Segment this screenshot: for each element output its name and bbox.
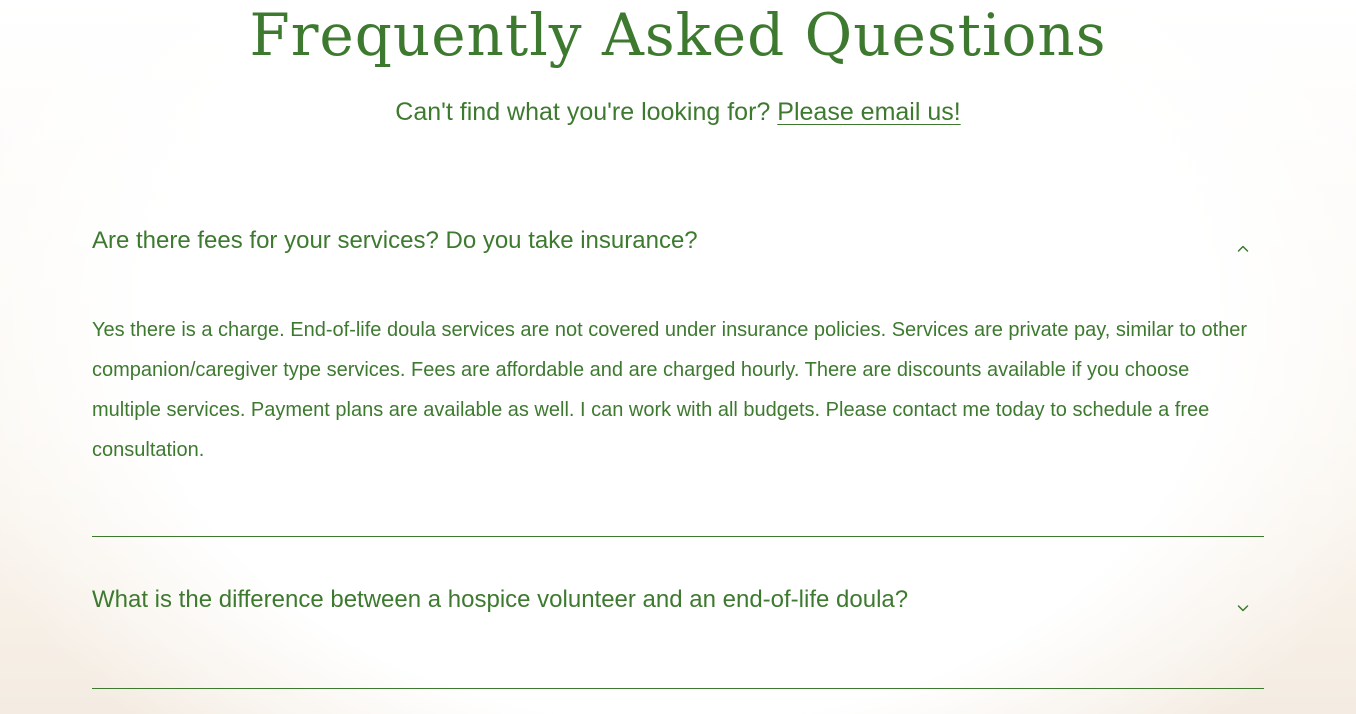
faq-section: Frequently Asked Questions Can't find wh… [0,0,1356,714]
faq-subtitle: Can't find what you're looking for? Plea… [0,94,1356,130]
email-us-link[interactable]: Please email us! [777,98,960,126]
faq-list: Are there fees for your services? Do you… [92,200,1264,689]
chevron-down-icon[interactable] [1234,599,1252,617]
faq-question-toggle-hospice[interactable]: What is the difference between a hospice… [92,537,1264,688]
subtitle-text: Can't find what you're looking for? [395,98,771,126]
faq-question-text: Are there fees for your services? Do you… [92,227,698,254]
faq-question-toggle-fees[interactable]: Are there fees for your services? Do you… [92,200,1264,258]
faq-question-text: What is the difference between a hospice… [92,586,909,613]
faq-answer-text: Yes there is a charge. End-of-life doula… [92,319,1248,461]
page-title: Frequently Asked Questions [249,1,1107,69]
faq-item-fees: Are there fees for your services? Do you… [92,200,1264,537]
chevron-up-icon[interactable] [1234,240,1252,258]
faq-item-hospice-vs-doula: What is the difference between a hospice… [92,537,1264,689]
